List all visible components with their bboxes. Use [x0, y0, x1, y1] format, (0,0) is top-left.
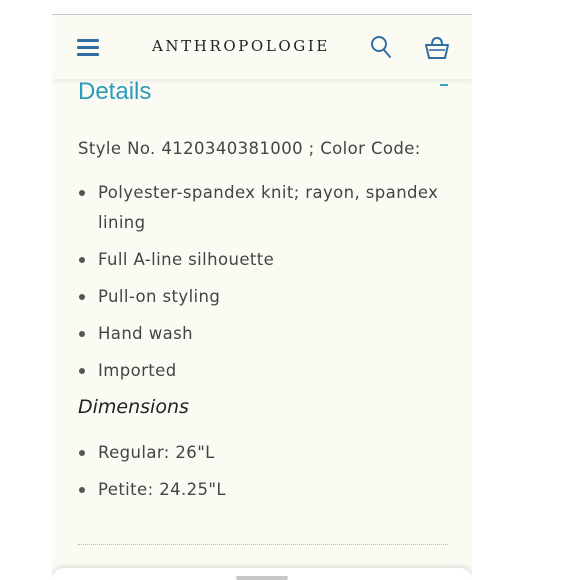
list-item: Regular: 26"L	[78, 438, 448, 468]
section-divider	[78, 544, 448, 545]
drag-handle[interactable]	[236, 576, 288, 580]
list-item: Pull-on styling	[78, 282, 448, 312]
feature-list: Polyester-spandex knit; rayon, spandex l…	[78, 178, 448, 393]
product-page: ANTHROPOLOGIE Details Style No. 41203403…	[52, 14, 472, 580]
dimensions-list: Regular: 26"L Petite: 24.25"L	[78, 438, 448, 512]
style-number: Style No. 4120340381000 ; Color Code:	[78, 139, 421, 158]
list-item: Polyester-spandex knit; rayon, spandex l…	[78, 178, 448, 238]
list-item: Full A-line silhouette	[78, 245, 448, 275]
details-heading[interactable]: Details	[78, 78, 151, 106]
collapse-icon[interactable]	[440, 84, 448, 86]
bottom-sheet[interactable]	[52, 568, 472, 580]
list-item: Imported	[78, 356, 448, 386]
app-header: ANTHROPOLOGIE	[52, 15, 472, 79]
menu-icon[interactable]	[77, 38, 99, 56]
brand-logo[interactable]: ANTHROPOLOGIE	[152, 37, 330, 55]
list-item: Petite: 24.25"L	[78, 475, 448, 505]
list-item: Hand wash	[78, 319, 448, 349]
shopping-bag-icon[interactable]	[424, 36, 450, 60]
search-icon[interactable]	[370, 35, 392, 59]
dimensions-heading: Dimensions	[78, 396, 189, 418]
